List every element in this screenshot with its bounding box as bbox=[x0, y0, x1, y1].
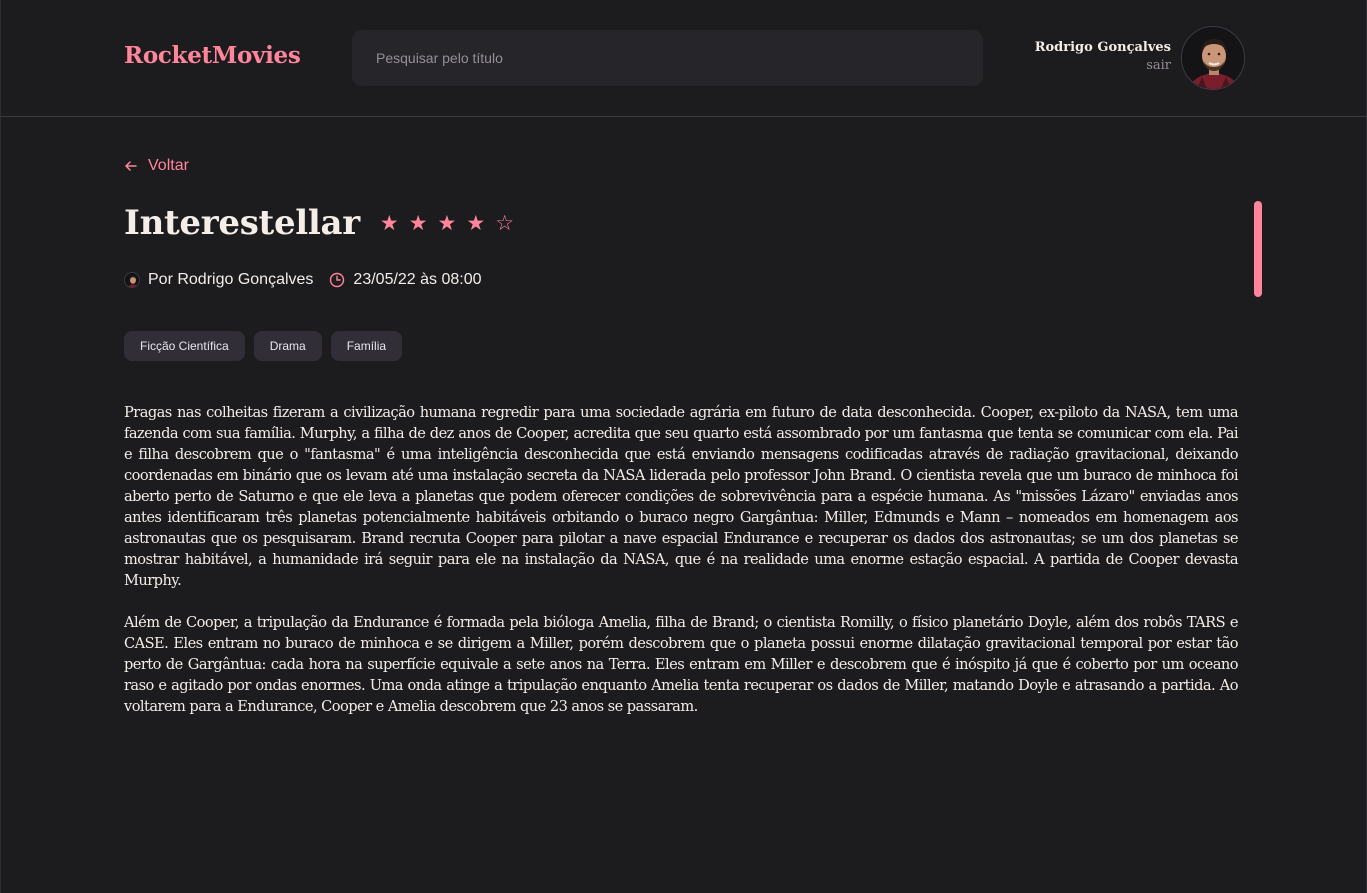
search-input[interactable] bbox=[352, 30, 983, 86]
author-avatar bbox=[124, 272, 140, 288]
tag: Ficção Científica bbox=[124, 331, 245, 361]
created-datetime: 23/05/22 às 08:00 bbox=[353, 271, 482, 288]
rating-stars: ★ ★ ★ ★ ☆ bbox=[379, 210, 515, 235]
back-link[interactable]: Voltar bbox=[124, 157, 189, 175]
tag-list: Ficção Científica Drama Família bbox=[124, 331, 403, 361]
app-frame: RocketMovies Rodrigo Gonçalves sair bbox=[0, 0, 1367, 893]
movie-title-row: Interestellar ★ ★ ★ ★ ☆ bbox=[124, 203, 514, 243]
profile-info: Rodrigo Gonçalves sair bbox=[1035, 40, 1171, 73]
star-filled-icon: ★ bbox=[466, 210, 486, 235]
movie-description: Pragas nas colheitas fizeram a civilizaç… bbox=[124, 402, 1239, 717]
star-filled-icon: ★ bbox=[437, 210, 457, 235]
signout-link[interactable]: sair bbox=[1035, 58, 1171, 73]
movie-title: Interestellar bbox=[124, 203, 360, 243]
user-photo-icon bbox=[125, 273, 139, 287]
author-label: Por Rodrigo Gonçalves bbox=[148, 271, 314, 288]
clock-icon bbox=[329, 272, 345, 288]
tag: Família bbox=[330, 331, 403, 361]
movie-meta: Por Rodrigo Gonçalves 23/05/22 às 08:00 bbox=[124, 271, 482, 289]
back-label: Voltar bbox=[148, 157, 189, 174]
star-empty-icon: ☆ bbox=[495, 210, 515, 235]
description-paragraph: Pragas nas colheitas fizeram a civilizaç… bbox=[124, 404, 1239, 589]
scrollbar-thumb[interactable] bbox=[1254, 201, 1262, 297]
tag: Drama bbox=[253, 331, 322, 361]
avatar[interactable] bbox=[1181, 26, 1245, 90]
star-filled-icon: ★ bbox=[408, 210, 428, 235]
profile-name: Rodrigo Gonçalves bbox=[1034, 40, 1171, 55]
user-photo-icon bbox=[1182, 27, 1244, 89]
arrow-left-icon bbox=[125, 161, 137, 171]
app-header: RocketMovies Rodrigo Gonçalves sair bbox=[1, 0, 1367, 117]
description-paragraph: Além de Cooper, a tripulação da Enduranc… bbox=[124, 614, 1239, 715]
star-filled-icon: ★ bbox=[379, 210, 399, 235]
app-logo[interactable]: RocketMovies bbox=[124, 42, 301, 69]
